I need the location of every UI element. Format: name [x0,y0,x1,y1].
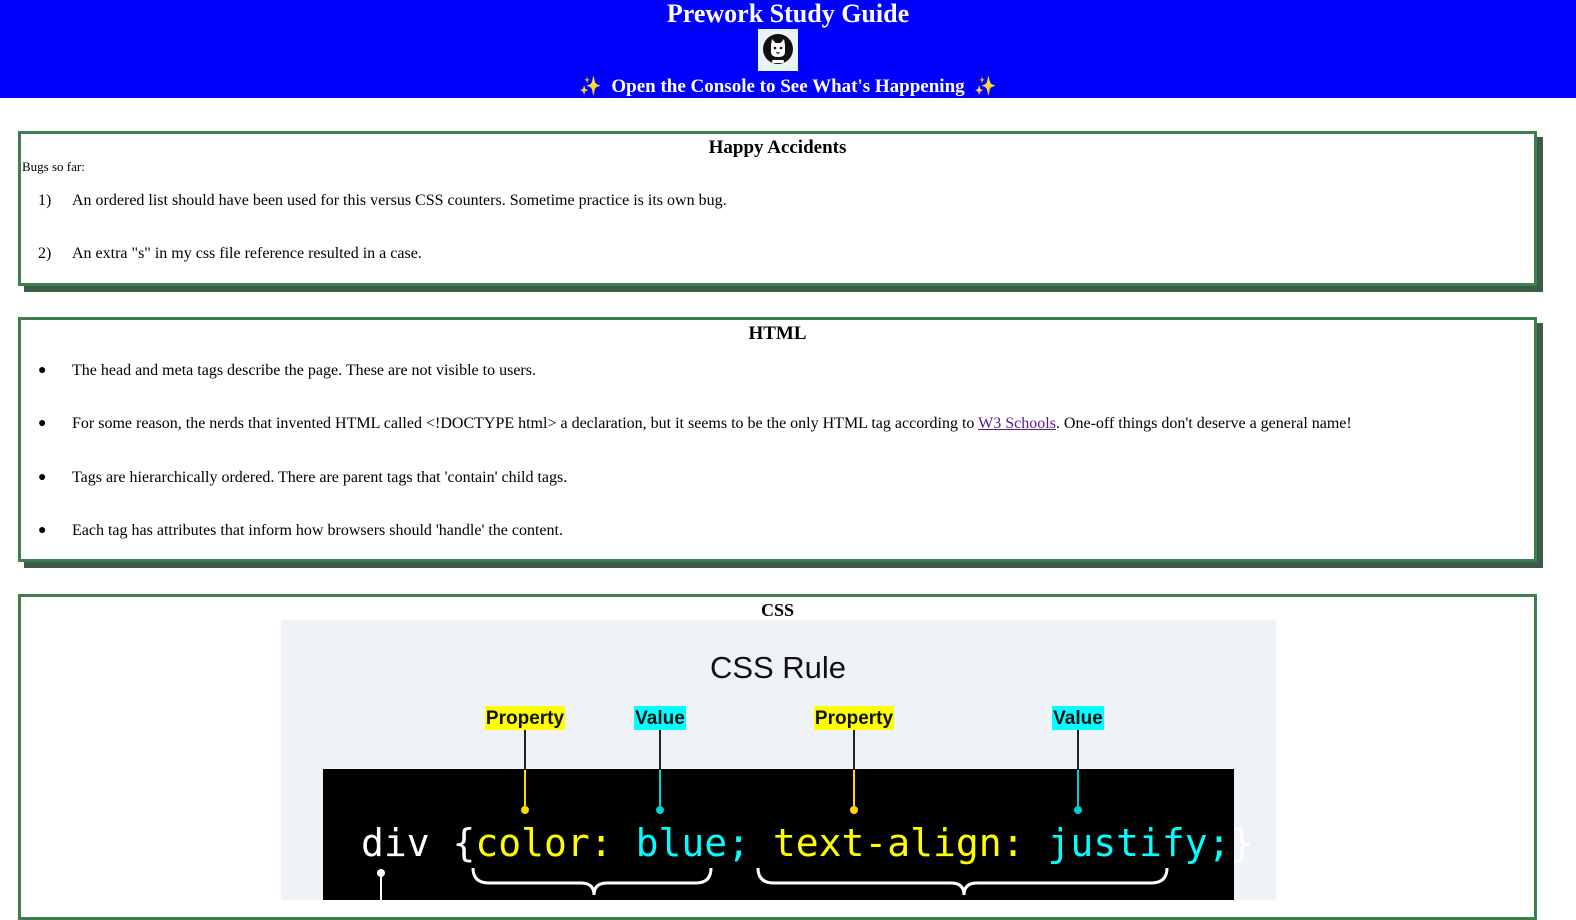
happy-accidents-card: Happy Accidents Bugs so far: 1) An order… [18,131,1537,286]
list-item-text-part: . One-off things don't deserve a general… [1055,415,1352,432]
console-hint: ✨ Open the Console to See What's Happeni… [0,75,1576,99]
cat-icon [758,29,798,71]
list-item-text: An extra "s" in my css file reference re… [72,245,422,262]
bullet-icon: ● [38,523,47,538]
property-label: Property [815,708,894,729]
html-card: HTML ● The head and meta tags describe t… [18,317,1537,562]
list-item-text-part: For some reason, the nerds that invented… [72,415,979,432]
list-item-text: The head and meta tags describe the page… [72,362,536,379]
list-item-text: Tags are hierarchically ordered. There a… [72,469,568,486]
page-header: Prework Study Guide ✨ Open the Console t… [0,0,1576,98]
code-property: color: [475,821,612,865]
code-line: div {color: blue; text-align: justify;} [361,821,1253,865]
value-label: Value [1053,708,1103,729]
code-open-brace: { [453,821,476,865]
code-close-brace: } [1230,821,1253,865]
connector-dot [656,806,664,814]
sparkle-icon: ✨ [974,76,997,97]
list-number: 1) [38,192,52,209]
css-title: CSS [760,600,795,620]
value-label: Value [635,708,685,729]
code-selector: div [361,821,430,865]
happy-accidents-title: Happy Accidents [708,137,847,158]
connector-dot [521,806,529,814]
bullet-icon: ● [38,416,47,431]
list-item-text: Each tag has attributes that inform how … [72,522,563,539]
console-hint-text: Open the Console to See What's Happening [611,76,965,97]
sparkle-icon: ✨ [579,76,602,97]
bugs-label: Bugs so far: [22,159,85,174]
code-property: text-align: [773,821,1025,865]
w3-schools-link[interactable]: W3 Schools [978,415,1056,432]
list-number: 2) [38,245,52,262]
list-item-text: For some reason, the nerds that invented… [72,414,1352,434]
property-label: Property [486,708,565,729]
bullet-icon: ● [38,363,47,378]
css-card: CSS CSS Rule Property Value Property Val… [18,594,1537,920]
css-rule-diagram: CSS Rule Property Value Property Value d… [281,620,1276,910]
list-item-text: An ordered list should have been used fo… [72,192,727,209]
bullet-icon: ● [38,470,47,485]
code-value: justify; [1047,821,1230,865]
code-value: blue; [636,821,750,865]
page-title: Prework Study Guide [666,0,910,28]
diagram-heading: CSS Rule [710,650,846,685]
html-title: HTML [748,323,807,344]
connector-dot [850,806,858,814]
connector-dot [1074,806,1082,814]
